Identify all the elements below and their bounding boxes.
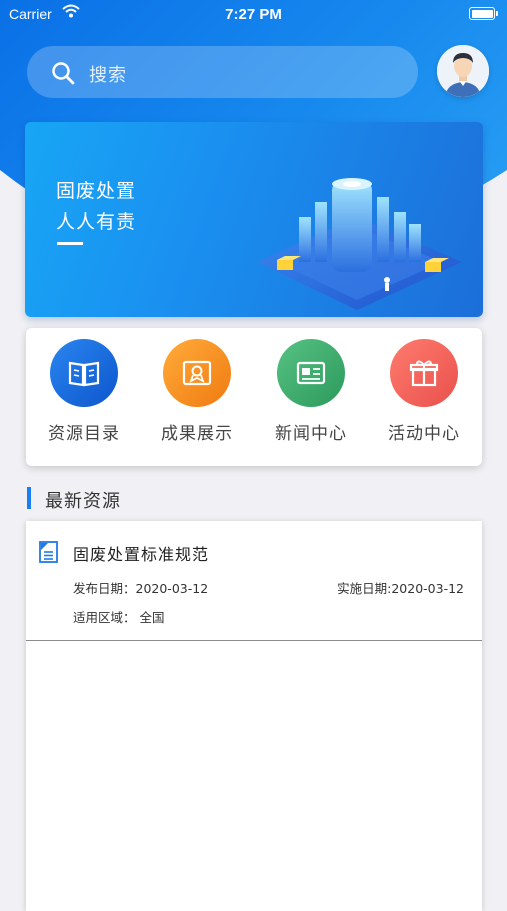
promo-banner[interactable]: 固废处置 人人有责 [25, 122, 483, 317]
newspaper-icon [277, 339, 345, 407]
quick-link-activity-center[interactable]: 活动中心 [369, 339, 479, 444]
banner-underline [57, 242, 83, 245]
banner-title-line1: 固废处置 [56, 180, 137, 202]
quick-link-label: 资源目录 [48, 424, 120, 444]
quick-link-news-center[interactable]: 新闻中心 [256, 339, 366, 444]
quick-link-achievements[interactable]: 成果展示 [142, 339, 252, 444]
resource-list: 固废处置标准规范 发布日期：2020-03-12 实施日期:2020-03-12… [26, 521, 482, 911]
book-icon [50, 339, 118, 407]
section-accent-bar [27, 487, 31, 509]
quick-link-label: 活动中心 [388, 424, 460, 444]
isometric-city-illustration [257, 178, 462, 310]
avatar[interactable] [437, 45, 489, 97]
search-placeholder: 搜索 [89, 65, 127, 86]
status-time: 7:27 PM [225, 6, 282, 23]
user-avatar-icon [437, 45, 489, 97]
document-icon [39, 541, 58, 563]
effective-date: 实施日期:2020-03-12 [337, 581, 464, 596]
quick-links-card: 资源目录 成果展示 新闻中心 活动中心 [26, 328, 482, 466]
battery-icon [469, 7, 498, 20]
search-bar[interactable]: 搜索 [27, 46, 418, 98]
applicable-region: 适用区域： 全国 [73, 610, 165, 625]
search-icon [52, 62, 75, 85]
resource-title: 固废处置标准规范 [73, 545, 210, 564]
quick-link-label: 新闻中心 [275, 424, 347, 444]
section-title: 最新资源 [45, 491, 121, 512]
status-bar: Carrier 7:27 PM [0, 0, 507, 28]
gift-icon [390, 339, 458, 407]
quick-link-resource-catalog[interactable]: 资源目录 [29, 339, 139, 444]
certificate-icon [163, 339, 231, 407]
banner-title-line2: 人人有责 [56, 211, 137, 233]
quick-link-label: 成果展示 [161, 424, 233, 444]
publish-date: 发布日期：2020-03-12 [73, 581, 209, 596]
divider [26, 640, 482, 641]
